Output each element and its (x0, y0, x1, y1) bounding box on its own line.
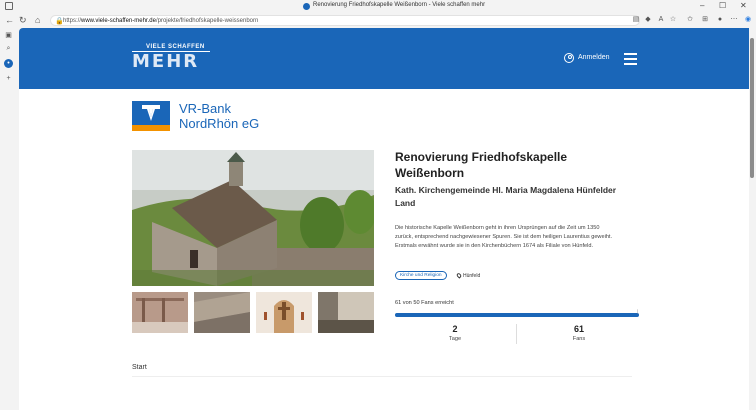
active-tab-icon[interactable]: • (4, 59, 13, 68)
refresh-icon[interactable]: ↻ (19, 15, 27, 26)
project-title: Renovierung Friedhofskapelle Weißenborn (395, 150, 568, 180)
search-icon[interactable]: ⌕ (4, 44, 13, 53)
scrollbar-thumb[interactable] (750, 38, 754, 178)
vr-bank-mark-icon (132, 101, 170, 131)
reader-icon[interactable]: ▤ (632, 16, 640, 24)
browser-sidebar: ▣ ⌕ • + (0, 28, 18, 410)
bank-name-line1: VR-Bank (179, 101, 232, 116)
project-main-image[interactable] (132, 150, 374, 286)
section-divider (132, 376, 632, 377)
tab-start[interactable]: Start (132, 364, 147, 371)
more-menu-icon[interactable]: ⋯ (730, 16, 738, 24)
favorite-star-icon[interactable]: ☆ (669, 16, 677, 24)
fans-label: Fans (572, 336, 586, 342)
bank-name-line2: NordRhön eG (179, 116, 260, 131)
thumbnail-2[interactable] (194, 292, 250, 333)
project-location: Hünfeld (455, 272, 480, 280)
favorites-icon[interactable]: ✩ (686, 16, 694, 24)
close-icon[interactable]: ✕ (740, 1, 747, 11)
minimize-icon[interactable]: – (700, 1, 704, 11)
collections-icon[interactable]: ⊞ (701, 16, 709, 24)
browser-titlebar: Renovierung Friedhofskapelle Weißenborn … (0, 0, 756, 13)
tab-favicon-icon (303, 3, 310, 10)
days-value: 2 (452, 324, 458, 334)
project-description: Die historische Kapelle Weißenborn geht … (395, 225, 613, 249)
window-title: Renovierung Friedhofskapelle Weißenborn … (313, 2, 486, 8)
days-label: Tage (448, 336, 462, 342)
extension-icon[interactable]: ◆ (644, 16, 652, 24)
menu-icon[interactable] (624, 53, 637, 65)
fans-stat: 61 Fans (519, 324, 639, 343)
category-badge[interactable]: Kirche und Religion (395, 271, 447, 280)
map-pin-icon (455, 272, 463, 279)
thumbnail-3[interactable] (256, 292, 312, 333)
fans-value: 61 (573, 324, 584, 334)
home-icon[interactable]: ⌂ (35, 15, 40, 26)
project-organization[interactable]: Kath. Kirchengemeinde Hl. Maria Magdalen… (395, 184, 645, 210)
fans-progress-fill (395, 313, 639, 317)
browser-toolbar: ← ↻ ⌂ 🔒 https://www.viele-schaffen-mehr.… (0, 13, 756, 28)
read-aloud-icon[interactable]: A (657, 16, 665, 24)
days-stat: 2 Tage (395, 324, 515, 343)
thumbnail-1[interactable] (132, 292, 188, 333)
back-icon[interactable]: ← (5, 15, 14, 26)
site-header: VIELE SCHAFFEN MEHR Anmelden (19, 28, 749, 89)
tab-actions-icon[interactable]: ▣ (4, 31, 13, 40)
user-icon (564, 53, 574, 63)
workspaces-icon[interactable] (5, 2, 13, 10)
profile-avatar-icon[interactable]: ● (716, 16, 724, 24)
fans-progress-bar (395, 313, 639, 317)
site-logo[interactable]: VIELE SCHAFFEN MEHR (132, 44, 210, 72)
url-text: https://www.viele-schaffen-mehr.de/proje… (63, 18, 259, 24)
fans-progress-text: 61 von 50 Fans erreicht (395, 300, 454, 306)
new-tab-icon[interactable]: + (4, 74, 13, 83)
stat-divider (516, 324, 517, 344)
copilot-icon[interactable]: ◉ (744, 16, 752, 24)
page-viewport: VIELE SCHAFFEN MEHR Anmelden VR-Bank Nor… (19, 28, 749, 410)
page-scrollbar[interactable] (749, 28, 756, 410)
maximize-icon[interactable]: ☐ (719, 1, 726, 11)
thumbnail-4[interactable] (318, 292, 374, 333)
address-bar[interactable]: 🔒 https://www.viele-schaffen-mehr.de/pro… (50, 15, 640, 26)
progress-end-icon: ⦚ (637, 310, 639, 316)
